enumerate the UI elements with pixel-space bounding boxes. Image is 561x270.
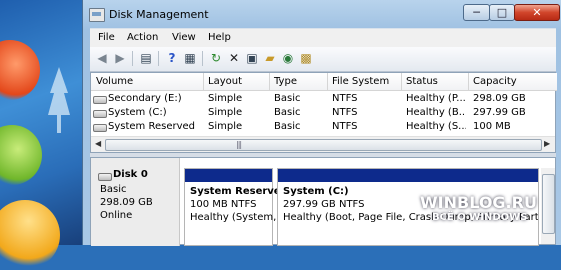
column-divider[interactable] <box>468 73 469 90</box>
title-bar[interactable]: Disk Management ─ □ ✕ <box>83 0 561 28</box>
horizontal-scrollbar[interactable]: ◀ ||| ▶ <box>91 136 555 152</box>
cell-volume: Secondary (E:) <box>108 93 182 104</box>
cell-capacity: 298.09 GB <box>473 93 526 104</box>
watermark: WINBLOG.RU ВСЁ О WINDOWS <box>420 193 537 223</box>
disk-management-app-icon <box>89 8 105 22</box>
column-divider[interactable] <box>203 73 204 90</box>
menu-action[interactable]: Action <box>127 32 158 43</box>
settings-icon[interactable]: ▣ <box>244 50 260 66</box>
close-button[interactable]: ✕ <box>514 4 560 21</box>
cell-file-system: NTFS <box>332 93 358 104</box>
scroll-right-icon[interactable]: ▶ <box>544 139 550 148</box>
disk-properties-icon[interactable]: ▩ <box>298 50 314 66</box>
list-view-icon[interactable]: ▤ <box>138 50 154 66</box>
window-title: Disk Management <box>109 8 209 21</box>
toolbar-separator <box>132 51 133 66</box>
toolbar: ◀ ▶ ▤ ? ▦ ↻ ✕ ▣ ▰ ◉ ▩ <box>90 47 556 72</box>
watermark-subtitle: ВСЁ О WINDOWS <box>432 212 528 223</box>
minimize-button[interactable]: ─ <box>463 4 490 21</box>
column-header-capacity[interactable]: Capacity <box>473 76 517 87</box>
disk-icon <box>98 173 112 181</box>
cell-file-system: NTFS <box>332 107 358 118</box>
cell-layout: Simple <box>208 107 243 118</box>
wallpaper-orb-yellow <box>0 200 60 270</box>
cell-file-system: NTFS <box>332 121 358 132</box>
open-folder-icon[interactable]: ▰ <box>262 50 278 66</box>
column-divider[interactable] <box>269 73 270 90</box>
column-divider[interactable] <box>327 73 328 90</box>
cell-status: Healthy (S... <box>406 121 466 132</box>
partition-name: System Reserve <box>190 186 281 197</box>
volume-icon <box>93 96 107 104</box>
table-row[interactable]: System (C:) Simple Basic NTFS Healthy (B… <box>91 106 541 120</box>
toolbar-separator <box>202 51 203 66</box>
partition-size: 297.99 GB NTFS <box>283 199 365 210</box>
column-header-volume[interactable]: Volume <box>96 76 133 87</box>
table-row[interactable]: Secondary (E:) Simple Basic NTFS Healthy… <box>91 92 541 106</box>
cell-capacity: 100 MB <box>473 121 511 132</box>
cell-layout: Simple <box>208 121 243 132</box>
watermark-title: WINBLOG.RU <box>420 193 537 212</box>
scrollbar-thumb[interactable]: ||| <box>105 139 542 151</box>
forward-icon[interactable]: ▶ <box>112 50 128 66</box>
wallpaper-orb-green <box>0 125 42 185</box>
desktop-wallpaper <box>0 0 85 270</box>
grip-icon: ||| <box>236 140 242 149</box>
volume-table-header: Volume Layout Type File System Status Ca… <box>91 73 557 91</box>
cell-capacity: 297.99 GB <box>473 107 526 118</box>
partition-bar <box>278 169 538 182</box>
volume-icon <box>93 124 107 132</box>
table-row[interactable]: System Reserved Simple Basic NTFS Health… <box>91 120 541 134</box>
cell-volume: System Reserved <box>108 121 196 132</box>
disk-status: Online <box>100 210 133 221</box>
column-header-file-system[interactable]: File System <box>332 76 389 87</box>
properties-icon[interactable]: ▦ <box>182 50 198 66</box>
vertical-scrollbar[interactable] <box>541 168 555 244</box>
menu-help[interactable]: Help <box>208 32 231 43</box>
cell-type: Basic <box>274 121 301 132</box>
column-header-layout[interactable]: Layout <box>208 76 242 87</box>
partition-status: Healthy (System, <box>190 212 277 223</box>
wallpaper-tree-icon <box>48 67 70 133</box>
cell-status: Healthy (B... <box>406 107 466 118</box>
wallpaper-orb-red <box>0 40 40 100</box>
disk-type: Basic <box>100 184 127 195</box>
column-divider[interactable] <box>401 73 402 90</box>
scrollbar-thumb[interactable] <box>542 174 555 234</box>
column-header-status[interactable]: Status <box>406 76 438 87</box>
disk-name: Disk 0 <box>113 169 148 180</box>
cell-type: Basic <box>274 93 301 104</box>
toolbar-separator <box>158 51 159 66</box>
scroll-left-icon[interactable]: ◀ <box>95 139 101 148</box>
delete-icon[interactable]: ✕ <box>226 50 242 66</box>
volume-icon <box>93 110 107 118</box>
cell-volume: System (C:) <box>108 107 167 118</box>
refresh-icon[interactable]: ↻ <box>208 50 224 66</box>
partition-size: 100 MB NTFS <box>190 199 257 210</box>
cell-type: Basic <box>274 107 301 118</box>
menu-bar: File Action View Help <box>90 28 556 47</box>
partition-bar <box>185 169 272 182</box>
back-icon[interactable]: ◀ <box>94 50 110 66</box>
partition-system-reserved[interactable]: System Reserve 100 MB NTFS Healthy (Syst… <box>184 168 281 246</box>
search-icon[interactable]: ◉ <box>280 50 296 66</box>
column-header-type[interactable]: Type <box>274 76 297 87</box>
help-icon[interactable]: ? <box>164 50 180 66</box>
cell-layout: Simple <box>208 93 243 104</box>
volume-list-pane: Volume Layout Type File System Status Ca… <box>90 72 557 153</box>
maximize-button[interactable]: □ <box>489 4 515 21</box>
partition-name: System (C:) <box>283 186 349 197</box>
menu-view[interactable]: View <box>172 32 196 43</box>
disk-size: 298.09 GB <box>100 197 153 208</box>
menu-file[interactable]: File <box>98 32 115 43</box>
cell-status: Healthy (P... <box>406 93 466 104</box>
disk-info-panel[interactable]: Disk 0 Basic 298.09 GB Online <box>91 158 180 246</box>
